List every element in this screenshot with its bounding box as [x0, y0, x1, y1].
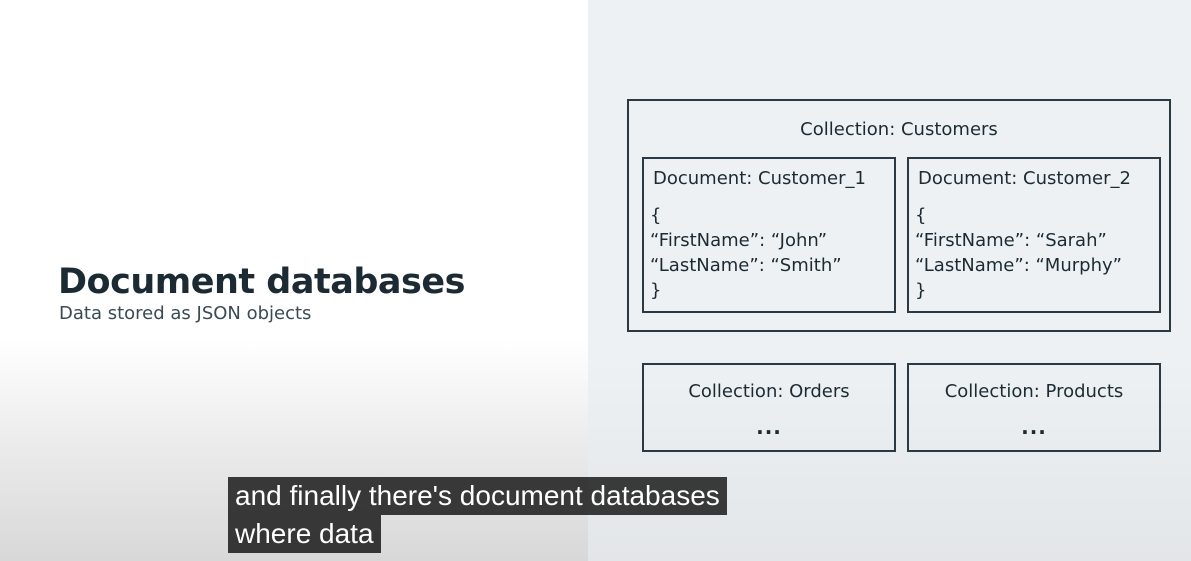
json-line: “LastName”: “Smith” — [650, 255, 842, 276]
json-line: } — [915, 280, 927, 301]
json-line: } — [650, 280, 662, 301]
collection-orders-box: Collection: Orders ... — [642, 363, 896, 452]
document-customer-1-title: Document: Customer_1 — [653, 168, 866, 189]
collection-orders-label: Collection: Orders — [688, 381, 850, 402]
json-line: “FirstName”: “John” — [650, 230, 828, 251]
slide-subtitle: Data stored as JSON objects — [59, 303, 312, 324]
json-line: “LastName”: “Murphy” — [915, 255, 1122, 276]
document-customer-1-box: Document: Customer_1 { “FirstName”: “Joh… — [642, 157, 896, 313]
collection-orders-ellipsis: ... — [756, 415, 782, 439]
collection-products-label: Collection: Products — [944, 381, 1124, 402]
slide-title: Document databases — [58, 262, 465, 302]
json-line: { — [650, 205, 662, 226]
caption-line: and finally there's document databases — [228, 477, 727, 515]
json-line: “FirstName”: “Sarah” — [915, 230, 1107, 251]
json-line: { — [915, 205, 927, 226]
document-customer-1-json: { “FirstName”: “John” “LastName”: “Smith… — [650, 203, 842, 303]
document-customer-2-json: { “FirstName”: “Sarah” “LastName”: “Murp… — [915, 203, 1122, 303]
document-customer-2-title: Document: Customer_2 — [918, 168, 1131, 189]
video-caption: and finally there's document databases w… — [228, 477, 727, 553]
collection-customers-label: Collection: Customers — [800, 119, 998, 140]
caption-line: where data — [228, 515, 381, 553]
document-customer-2-box: Document: Customer_2 { “FirstName”: “Sar… — [907, 157, 1161, 313]
collection-products-box: Collection: Products ... — [907, 363, 1161, 452]
collection-products-ellipsis: ... — [1021, 415, 1047, 439]
